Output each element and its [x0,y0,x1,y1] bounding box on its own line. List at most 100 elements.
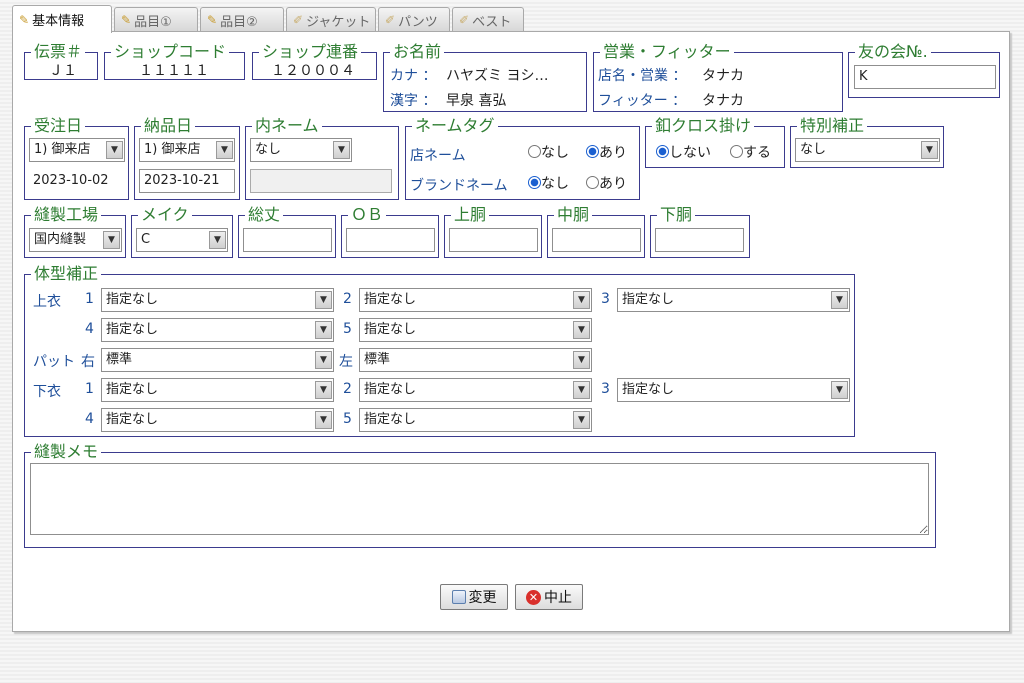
edit-icon: ✎ [207,13,218,27]
pants-correction-4-select[interactable]: 指定なし ▼ [101,408,334,432]
jacket-correction-5-select[interactable]: 指定なし ▼ [359,318,592,342]
order-date-legend: 受注日 [31,116,86,136]
store-name-yes-option[interactable]: あり [586,142,627,162]
chevron-down-icon: ▼ [573,291,590,309]
pad-right-select[interactable]: 標準 ▼ [101,348,334,372]
mid-torso-input[interactable] [552,228,641,252]
pants-label: 下衣 [33,384,61,400]
sewing-memo-group: 縫製メモ [24,442,936,548]
shop-code-legend: ショップコード [111,42,230,62]
store-name-none-option[interactable]: なし [528,142,569,162]
delivery-date-input[interactable]: 2023-10-21 [139,169,235,193]
radio-icon [586,176,599,189]
edit-icon: ✎ [19,12,30,27]
chevron-down-icon: ▼ [573,351,590,369]
row-number: 3 [601,291,610,307]
kanji-value: 早泉 喜弘 [446,93,507,109]
body-correction-group: 体型補正 上衣 1 指定なし ▼ 2 指定なし ▼ 3 指定なし ▼ 4 指定なし ▼ … [24,264,855,437]
brand-name-none-option[interactable]: なし [528,173,569,193]
special-correction-select[interactable]: なし ▼ [795,138,940,162]
tomo-no-input[interactable]: K [854,65,996,89]
denpyo-legend: 伝票＃ [31,42,86,62]
brand-name-yes-option[interactable]: あり [586,173,627,193]
pants-correction-1-select[interactable]: 指定なし ▼ [101,378,334,402]
upper-torso-legend: 上胴 [451,205,490,225]
chevron-down-icon: ▼ [315,321,332,339]
row-number: 2 [343,291,352,307]
pad-left-select[interactable]: 標準 ▼ [359,348,592,372]
tab-vest[interactable]: ✐ ベスト [452,7,524,32]
inner-name-select[interactable]: なし ▼ [250,138,352,162]
sewing-memo-textarea[interactable] [30,463,929,535]
order-date-select[interactable]: 1) 御来店 ▼ [29,138,125,162]
shop-code-group: ショップコード １１１１１ [104,42,245,80]
delivery-date-group: 納品日 1) 御来店 ▼ 2023-10-21 [134,116,240,200]
pants-correction-2-select[interactable]: 指定なし ▼ [359,378,592,402]
jacket-label: 上衣 [33,294,61,310]
pencil-icon: ✐ [293,13,304,27]
tab-pants[interactable]: ✐ パンツ [378,7,450,32]
order-date-group: 受注日 1) 御来店 ▼ 2023-10-02 [24,116,129,200]
row-number: 3 [601,381,610,397]
radio-icon [528,145,541,158]
jacket-correction-3-select[interactable]: 指定なし ▼ [617,288,850,312]
tab-item-1[interactable]: ✎ 品目① [114,7,198,32]
name-tag-legend: ネームタグ [412,116,498,136]
delivery-date-select[interactable]: 1) 御来店 ▼ [139,138,235,162]
jacket-correction-1-select[interactable]: 指定なし ▼ [101,288,334,312]
total-length-group: 総丈 [238,205,336,258]
pants-correction-5-select[interactable]: 指定なし ▼ [359,408,592,432]
shop-seq-group: ショップ連番 １２０００４ [252,42,377,80]
make-select[interactable]: C ▼ [136,228,228,252]
mid-torso-legend: 中胴 [554,205,593,225]
tab-jacket[interactable]: ✐ ジャケット [286,7,376,32]
change-button[interactable]: 変更 [440,584,508,610]
radio-icon [730,145,743,158]
chevron-down-icon: ▼ [831,381,848,399]
order-date-value: 2023-10-02 [33,173,109,188]
sales-fitter-group: 営業・フィッター 店名・営業 ： タナカ フィッター ： タナカ [593,42,843,112]
body-correction-legend: 体型補正 [31,264,102,284]
row-number: 5 [343,411,352,427]
upper-torso-group: 上胴 [444,205,542,258]
radio-selected-icon [586,145,599,158]
store-sales-label: 店名・営業 ： [598,68,687,84]
pencil-icon: ✐ [459,13,470,27]
ob-input[interactable] [346,228,435,252]
mid-torso-group: 中胴 [547,205,645,258]
upper-torso-input[interactable] [449,228,538,252]
row-number: 4 [85,321,94,337]
jacket-correction-4-select[interactable]: 指定なし ▼ [101,318,334,342]
total-length-input[interactable] [243,228,332,252]
pants-correction-3-select[interactable]: 指定なし ▼ [617,378,850,402]
chevron-down-icon: ▼ [333,141,350,159]
make-group: メイク C ▼ [131,205,233,258]
denpyo-group: 伝票＃ Ｊ１ [24,42,98,80]
factory-group: 縫製工場 国内縫製 ▼ [24,205,126,258]
store-name-label: 店ネーム [410,148,466,164]
fitter-label: フィッター ： [598,93,687,109]
tab-basic-info[interactable]: ✎ 基本情報 [12,5,112,33]
shop-seq-value: １２０００４ [271,63,355,79]
kana-value: ハヤズミ ヨシ… [446,68,549,84]
chevron-down-icon: ▼ [315,411,332,429]
hook-cross-yes-option[interactable]: する [730,142,771,162]
pencil-icon: ✐ [385,13,396,27]
inner-name-text[interactable] [250,169,392,193]
tab-item-2[interactable]: ✎ 品目② [200,7,284,32]
row-number: 1 [85,291,94,307]
lower-torso-group: 下胴 [650,205,750,258]
chevron-down-icon: ▼ [209,231,226,249]
chevron-down-icon: ▼ [573,411,590,429]
name-tag-group: ネームタグ 店ネーム なし あり ブランドネーム なし あり [405,116,640,200]
chevron-down-icon: ▼ [106,141,123,159]
jacket-correction-2-select[interactable]: 指定なし ▼ [359,288,592,312]
lower-torso-input[interactable] [655,228,744,252]
chevron-down-icon: ▼ [315,291,332,309]
total-length-legend: 総丈 [245,205,284,225]
cancel-button[interactable]: ✕ 中止 [515,584,583,610]
name-legend: お名前 [390,42,445,62]
factory-select[interactable]: 国内縫製 ▼ [29,228,122,252]
chevron-down-icon: ▼ [216,141,233,159]
hook-cross-no-option[interactable]: しない [656,142,711,162]
